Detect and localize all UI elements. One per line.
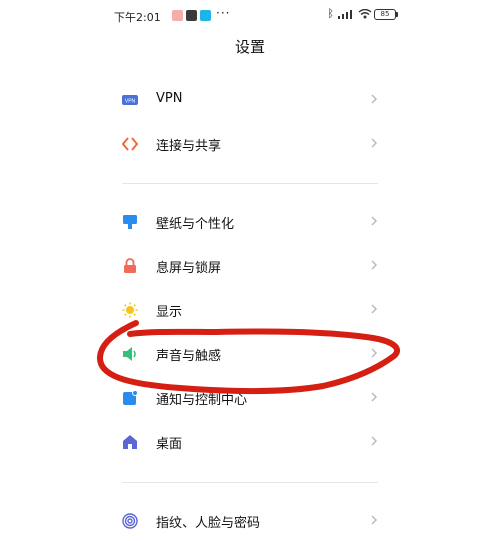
settings-item-wallpaper[interactable]: 壁纸与个性化: [104, 202, 396, 242]
chevron-right-icon: [371, 436, 378, 446]
connection-share-icon: [122, 137, 138, 151]
display-sun-icon: [122, 302, 138, 318]
settings-item-label: 壁纸与个性化: [156, 217, 235, 232]
chevron-right-icon: [371, 515, 378, 525]
wifi-icon: [358, 9, 372, 19]
settings-item-label: 息屏与锁屏: [156, 261, 222, 276]
settings-item-label: 声音与触感: [156, 349, 222, 364]
lock-screen-icon: [124, 258, 136, 273]
settings-item-display[interactable]: 显示: [104, 290, 396, 330]
settings-item-home[interactable]: 桌面: [104, 422, 396, 462]
home-icon: [123, 435, 137, 449]
status-more-icon: ···: [216, 6, 231, 20]
svg-text:VPN: VPN: [125, 99, 136, 105]
chevron-right-icon: [371, 260, 378, 270]
chevron-right-icon: [371, 304, 378, 314]
signal-icon: [338, 10, 352, 19]
fingerprint-icon: [122, 513, 138, 529]
status-icon-2: [186, 10, 197, 21]
chevron-right-icon: [371, 138, 378, 148]
status-icon-1: [172, 10, 183, 21]
settings-item-label: VPN: [156, 91, 183, 106]
settings-item-fingerprint[interactable]: 指纹、人脸与密码: [104, 501, 396, 541]
page: 下午2:01 ··· ᛒ 85 设置 VPN VPN 连接与共享 壁纸与个性化 …: [0, 0, 500, 533]
settings-item-vpn[interactable]: VPN VPN: [104, 80, 396, 120]
settings-item-notification[interactable]: 通知与控制中心: [104, 378, 396, 418]
page-title: 设置: [234, 38, 265, 56]
section-divider: [122, 482, 378, 483]
notification-icon: [123, 390, 138, 405]
sound-icon: [123, 347, 136, 361]
settings-screen: 下午2:01 ··· ᛒ 85 设置 VPN VPN 连接与共享 壁纸与个性化 …: [104, 0, 398, 533]
status-time: 下午2:01: [114, 11, 161, 24]
settings-item-label: 指纹、人脸与密码: [156, 516, 261, 531]
chevron-right-icon: [371, 94, 378, 104]
status-bar: 下午2:01 ··· ᛒ 85: [104, 0, 398, 30]
settings-item-lock-screen[interactable]: 息屏与锁屏: [104, 246, 396, 286]
settings-item-label: 桌面: [156, 437, 183, 452]
battery-indicator: 85: [374, 9, 398, 20]
status-icon-3: [200, 10, 211, 21]
bluetooth-icon: ᛒ: [327, 7, 334, 20]
section-divider: [122, 183, 378, 184]
settings-item-connection-share[interactable]: 连接与共享: [104, 124, 396, 164]
chevron-right-icon: [371, 348, 378, 358]
wallpaper-personalization-icon: [123, 215, 137, 229]
chevron-right-icon: [371, 392, 378, 402]
chevron-right-icon: [371, 216, 378, 226]
settings-item-sound[interactable]: 声音与触感: [104, 334, 396, 374]
settings-item-label: 显示: [156, 305, 183, 320]
vpn-icon: VPN: [122, 95, 138, 105]
settings-item-label: 连接与共享: [156, 139, 222, 154]
settings-item-label: 通知与控制中心: [156, 393, 248, 408]
